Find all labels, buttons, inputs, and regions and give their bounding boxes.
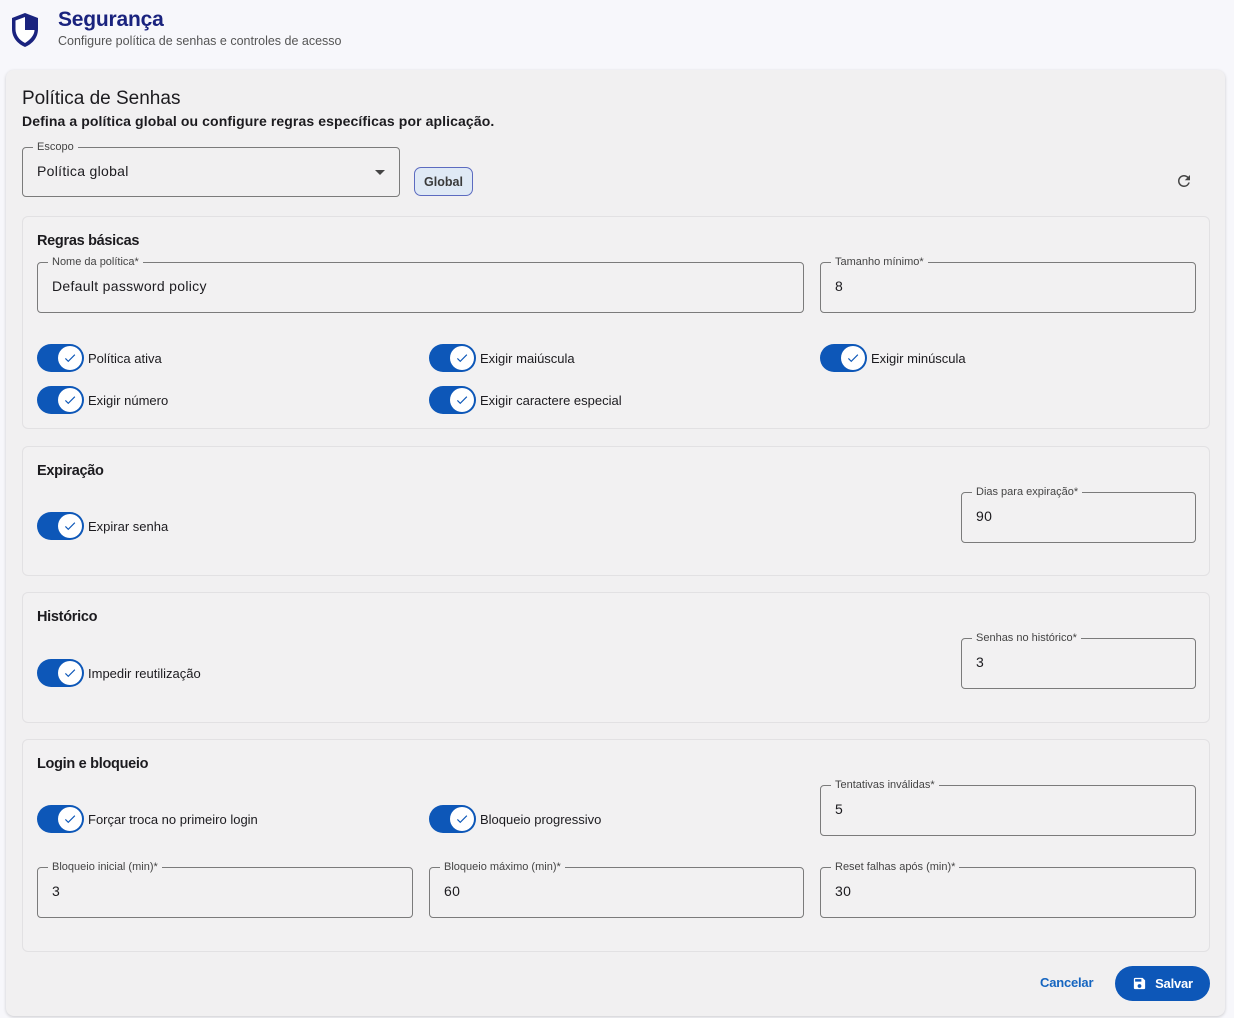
toggle-require-number[interactable]: Exigir número [37,386,168,414]
scope-label: Escopo [33,140,78,154]
invalid-attempts-label: Tentativas inválidas* [831,778,939,792]
toggle-label: Política ativa [88,350,162,366]
toggle-label: Exigir número [88,392,169,408]
scope-select[interactable]: Escopo Política global [22,140,400,197]
page-header: Segurança Configure política de senhas e… [0,0,1234,66]
section-title: Expiração [37,463,104,479]
refresh-button[interactable] [1172,169,1196,193]
check-icon [450,807,474,831]
expiration-days-label: Dias para expiração* [972,485,1083,499]
max-lock-value: 60 [444,883,461,899]
reset-after-label: Reset falhas após (min)* [831,860,960,874]
check-icon [58,514,82,538]
login-lockout-section: Login e bloqueio Forçar troca no primeir… [22,739,1210,952]
scope-chip: Global [414,167,473,196]
initial-lock-field[interactable]: Bloqueio inicial (min)* 3 [37,860,413,918]
history-section: Histórico Impedir reutilização Senhas no… [22,592,1210,723]
toggle-label: Forçar troca no primeiro login [88,811,258,827]
toggle-label: Exigir maiúscula [480,350,575,366]
section-title: Regras básicas [37,233,140,249]
invalid-attempts-field[interactable]: Tentativas inválidas* 5 [820,778,1196,836]
shield-icon [12,13,38,47]
cancel-button[interactable]: Cancelar [1040,975,1094,990]
max-lock-label: Bloqueio máximo (min)* [440,860,565,874]
policy-name-field[interactable]: Nome da política* Default password polic… [37,255,804,313]
toggle-label: Exigir minúscula [871,350,966,366]
toggle-label: Expirar senha [88,518,169,534]
card-title: Política de Senhas [22,88,181,109]
expiration-section: Expiração Expirar senha Dias para expira… [22,446,1210,576]
history-count-field[interactable]: Senhas no histórico* 3 [961,631,1196,689]
toggle-require-uppercase[interactable]: Exigir maiúscula [429,344,575,372]
toggle-prevent-reuse[interactable]: Impedir reutilização [37,659,201,687]
expiration-days-value: 90 [976,508,993,524]
switch-track [37,805,84,833]
check-icon [450,346,474,370]
page-title: Segurança [58,8,164,31]
card-description: Defina a política global ou configure re… [22,113,495,129]
toggle-force-change-first-login[interactable]: Forçar troca no primeiro login [37,805,258,833]
switch-track [429,386,476,414]
toggle-progressive-lockout[interactable]: Bloqueio progressivo [429,805,601,833]
min-length-value: 8 [835,278,844,294]
max-lock-field[interactable]: Bloqueio máximo (min)* 60 [429,860,804,918]
section-title: Histórico [37,609,98,625]
policy-name-value: Default password policy [52,278,207,294]
password-policy-card: Política de Senhas Defina a política glo… [6,70,1225,1016]
toggle-label: Exigir caractere especial [480,392,622,408]
history-count-label: Senhas no histórico* [972,631,1081,645]
toggle-active-policy[interactable]: Política ativa [37,344,162,372]
toggle-expire-password[interactable]: Expirar senha [37,512,168,540]
check-icon [58,661,82,685]
page-subtitle: Configure política de senhas e controles… [58,34,342,48]
reset-after-field[interactable]: Reset falhas após (min)* 30 [820,860,1196,918]
invalid-attempts-value: 5 [835,801,844,817]
reset-after-value: 30 [835,883,852,899]
switch-track [429,805,476,833]
chevron-down-icon [375,170,385,175]
save-icon [1133,977,1146,990]
basic-rules-section: Regras básicas Nome da política* Default… [22,216,1210,429]
save-label: Salvar [1155,976,1193,991]
toggle-require-special-char[interactable]: Exigir caractere especial [429,386,622,414]
refresh-icon [1178,175,1190,187]
switch-track [37,386,84,414]
toggle-label: Impedir reutilização [88,665,201,681]
switch-track [820,344,867,372]
check-icon [841,346,865,370]
scope-value: Política global [37,163,129,179]
history-count-value: 3 [976,654,985,670]
initial-lock-label: Bloqueio inicial (min)* [48,860,162,874]
initial-lock-value: 3 [52,883,61,899]
switch-track [37,659,84,687]
policy-name-label: Nome da política* [48,255,143,269]
check-icon [58,388,82,412]
section-title: Login e bloqueio [37,756,149,772]
toggle-label: Bloqueio progressivo [480,811,602,827]
switch-track [429,344,476,372]
switch-track [37,344,84,372]
toggle-require-lowercase[interactable]: Exigir minúscula [820,344,966,372]
save-button[interactable]: Salvar [1115,966,1210,1001]
switch-track [37,512,84,540]
check-icon [58,807,82,831]
min-length-field[interactable]: Tamanho mínimo* 8 [820,255,1196,313]
expiration-days-field[interactable]: Dias para expiração* 90 [961,485,1196,543]
check-icon [450,388,474,412]
min-length-label: Tamanho mínimo* [831,255,928,269]
check-icon [58,346,82,370]
